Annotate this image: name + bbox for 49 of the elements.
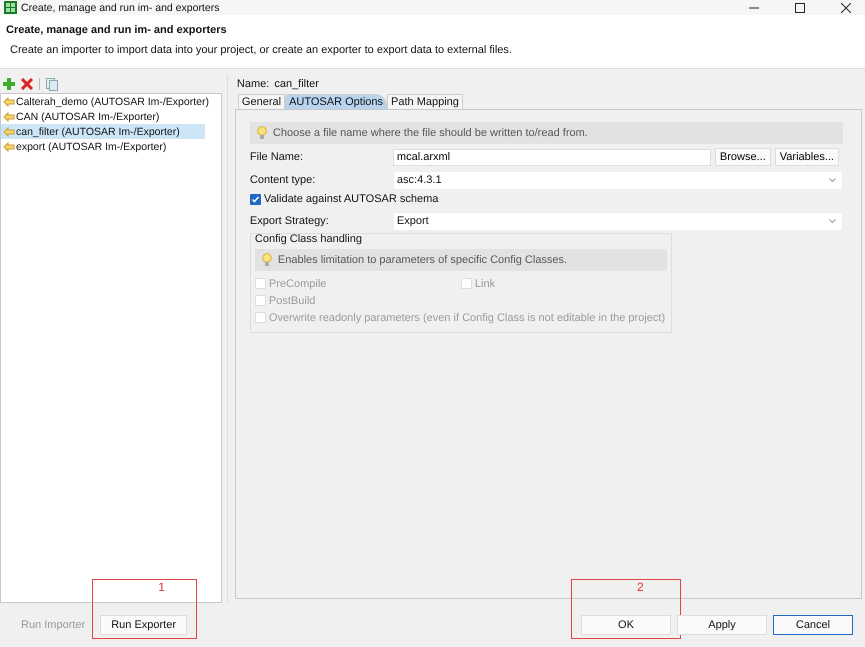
tab[interactable]: Path Mapping — [387, 94, 463, 109]
maximize-icon[interactable] — [795, 2, 805, 12]
add-icon[interactable] — [3, 78, 15, 90]
arrow-icon — [3, 112, 15, 122]
annotation-number: 2 — [637, 580, 644, 594]
checkbox-label: PreCompile — [268, 278, 326, 290]
browse-button[interactable]: Browse... — [714, 148, 771, 166]
group-title: Config Class handling — [254, 233, 363, 247]
copy-icon[interactable] — [46, 78, 58, 90]
file-name-field[interactable]: mcal.arxml — [392, 148, 711, 166]
hint-text: Enables limitation to parameters of specific Config Classes. — [278, 254, 568, 266]
exporter-item[interactable]: CAN (AUTOSAR Im-/Exporter) — [1, 109, 205, 124]
field-label: File Name: — [250, 151, 304, 163]
field-label: Export Strategy: — [250, 215, 330, 227]
window-title: Create, manage and run im- and exporters — [21, 2, 220, 14]
delete-icon[interactable] — [21, 78, 33, 90]
checkbox[interactable] — [250, 194, 261, 204]
exporter-item[interactable]: can_filter (AUTOSAR Im-/Exporter) — [1, 124, 205, 139]
export-strategy-dropdown[interactable]: Export — [392, 212, 843, 230]
browse-button[interactable]: Variables... — [774, 148, 839, 166]
arrow-icon — [3, 96, 15, 106]
content-type-dropdown[interactable]: asc:4.3.1 — [392, 170, 843, 190]
annotation-number: 1 — [158, 580, 165, 594]
chevron-down-icon — [829, 218, 836, 224]
tab[interactable]: General — [238, 94, 286, 109]
run-button[interactable]: Run Exporter — [100, 615, 188, 635]
app-icon — [4, 1, 17, 14]
hint-text: Choose a file name where the file should be written to/read from. — [272, 127, 588, 139]
dialog-button[interactable]: Apply — [677, 615, 767, 635]
checkbox-label: Overwrite readonly parameters (even if Config Class is not editable in the project) — [268, 312, 666, 324]
close-icon[interactable] — [841, 2, 851, 12]
dialog-title: Create, manage and run im- and exporters — [6, 24, 228, 36]
tab[interactable]: AUTOSAR Options — [285, 94, 388, 109]
exporter-item[interactable]: Calterah_demo (AUTOSAR Im-/Exporter) — [1, 94, 211, 109]
checkbox-label: Validate against AUTOSAR schema — [264, 193, 438, 205]
dialog-button[interactable]: OK — [581, 615, 671, 635]
dialog-button[interactable]: Cancel — [773, 615, 853, 635]
field-label: Content type: — [250, 174, 316, 186]
name-value: can_filter — [274, 78, 319, 90]
dialog-description: Create an importer to import data into your project, or create an exporter to export data to external files. — [9, 44, 513, 56]
checkbox-label: PostBuild — [268, 294, 316, 306]
arrow-icon — [3, 142, 15, 152]
exporter-item[interactable]: export (AUTOSAR Im-/Exporter) — [1, 139, 205, 154]
arrow-icon — [3, 126, 15, 136]
lightbulb-icon — [262, 253, 272, 267]
checkbox-label: Link — [474, 278, 496, 290]
name-label: Name: — [236, 78, 270, 90]
chevron-down-icon — [829, 178, 836, 182]
lightbulb-icon — [256, 126, 267, 140]
